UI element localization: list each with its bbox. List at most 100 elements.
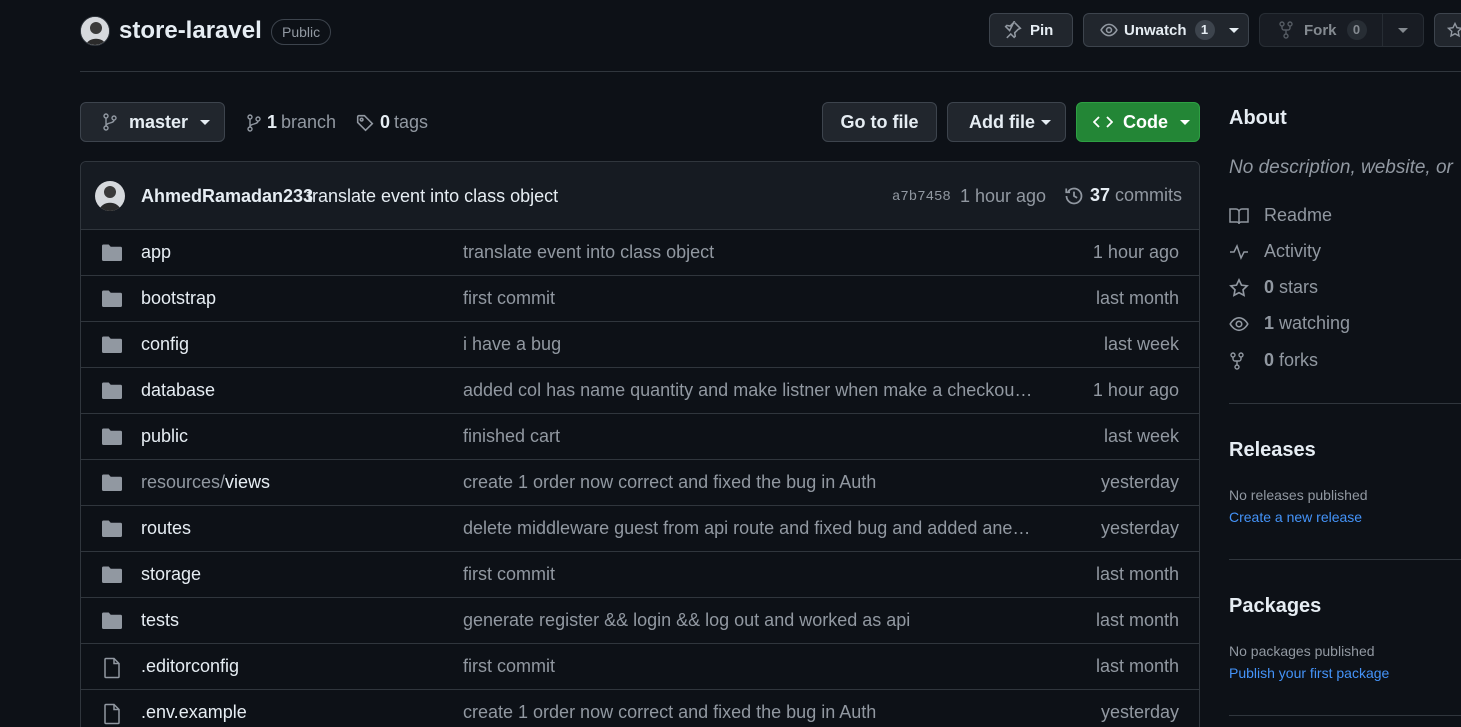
code-button[interactable]: Code: [1076, 102, 1200, 142]
repo-name[interactable]: store-laravel: [119, 17, 262, 45]
file-name[interactable]: public: [141, 426, 188, 447]
file-commit-time: last month: [1095, 656, 1179, 676]
forks-count: 0: [1264, 350, 1275, 370]
commit-count: 37: [1090, 185, 1111, 205]
activity-link[interactable]: Activity: [1229, 241, 1321, 262]
chevron-down-icon: [1180, 119, 1190, 125]
fork-icon: [1229, 351, 1251, 370]
file-commit-time: yesterday: [1100, 472, 1179, 492]
readme-label: Readme: [1264, 205, 1333, 225]
table-row[interactable]: database added col has name quantity and …: [81, 368, 1199, 414]
publish-package-link[interactable]: Publish your first package: [1229, 665, 1389, 681]
commit-sha[interactable]: a7b7458: [892, 189, 951, 205]
table-row[interactable]: routes delete middleware guest from api r…: [81, 506, 1199, 552]
packages-title[interactable]: Packages: [1229, 595, 1321, 618]
about-title: About: [1229, 107, 1287, 129]
file-commit-message[interactable]: create 1 order now correct and fixed the…: [463, 702, 1035, 723]
create-release-link[interactable]: Create a new release: [1229, 509, 1362, 525]
commit-author-avatar[interactable]: [95, 181, 125, 211]
file-commit-message[interactable]: first commit: [463, 288, 1035, 309]
branch-select-button[interactable]: master: [80, 102, 225, 142]
code-label: Code: [1123, 111, 1168, 132]
unwatch-count: 1: [1194, 20, 1215, 40]
file-name[interactable]: bootstrap: [141, 288, 216, 309]
fork-icon: [1278, 21, 1294, 39]
pin-button[interactable]: Pin: [989, 13, 1073, 47]
watching-label: watching: [1279, 313, 1351, 333]
chevron-down-icon[interactable]: [1398, 28, 1408, 33]
file-commit-message[interactable]: generate register && login && log out an…: [463, 610, 1035, 631]
add-file-button[interactable]: Add file: [947, 102, 1066, 142]
unwatch-label: Unwatch: [1124, 21, 1187, 39]
table-row[interactable]: app translate event into class object 1 ho…: [81, 230, 1199, 276]
watching-link[interactable]: 1 watching: [1229, 313, 1350, 334]
readme-link[interactable]: Readme: [1229, 205, 1332, 226]
file-commit-time: last month: [1095, 288, 1179, 308]
latest-commit-bar: AhmedRamadan233 translate event into cla…: [81, 162, 1199, 230]
file-name[interactable]: database: [141, 380, 215, 401]
commit-time: 1 hour ago: [960, 186, 1047, 206]
file-commit-message[interactable]: finished cart: [463, 426, 1035, 447]
file-name[interactable]: storage: [141, 564, 201, 585]
table-row[interactable]: resources/views create 1 order now correc…: [81, 460, 1199, 506]
table-row[interactable]: public finished cart last week: [81, 414, 1199, 460]
tag-icon: [356, 114, 374, 132]
file-commit-time: last week: [1103, 426, 1179, 446]
folder-icon: [101, 289, 123, 309]
unwatch-button[interactable]: Unwatch 1: [1083, 13, 1249, 47]
chevron-down-icon: [1228, 27, 1239, 33]
sidebar-divider: [1229, 715, 1461, 716]
go-to-file-button[interactable]: Go to file: [822, 102, 937, 142]
table-row[interactable]: .editorconfig first commit last month: [81, 644, 1199, 690]
history-icon: [1064, 186, 1084, 206]
file-icon: [101, 703, 123, 725]
commit-message[interactable]: translate event into class object: [307, 186, 558, 207]
folder-icon: [101, 335, 123, 355]
file-name-text: views: [225, 472, 271, 492]
file-name-text: database: [141, 380, 216, 400]
file-path-prefix: resources/: [141, 472, 226, 492]
file-commit-time: last month: [1095, 564, 1179, 584]
file-commit-time: 1 hour ago: [1092, 380, 1179, 400]
commit-author[interactable]: AhmedRamadan233: [141, 186, 313, 207]
fork-count: 0: [1346, 20, 1367, 40]
table-row[interactable]: tests generate register && login && log o…: [81, 598, 1199, 644]
tags-link[interactable]: 0 tags: [356, 112, 428, 133]
sidebar-divider: [1229, 403, 1461, 404]
file-name[interactable]: routes: [141, 518, 191, 539]
file-name[interactable]: app: [141, 242, 171, 263]
branch-name: master: [129, 111, 189, 132]
fork-button[interactable]: Fork 0: [1259, 13, 1424, 47]
file-commit-message[interactable]: create 1 order now correct and fixed the…: [463, 472, 1035, 493]
file-name[interactable]: config: [141, 334, 189, 355]
forks-link[interactable]: 0 forks: [1229, 350, 1318, 371]
star-button[interactable]: [1434, 13, 1461, 47]
file-commit-message[interactable]: added col has name quantity and make lis…: [463, 380, 1035, 401]
file-name[interactable]: .env.example: [141, 702, 247, 723]
commits-link[interactable]: 37 commits: [1064, 185, 1182, 206]
tag-count: 0: [380, 112, 391, 132]
repo-owner-avatar[interactable]: [80, 16, 110, 46]
header-divider: [80, 71, 1461, 72]
star-icon: [1229, 277, 1251, 298]
chevron-down-icon: [200, 119, 211, 125]
branches-link[interactable]: 1 branch: [247, 112, 336, 133]
sidebar-divider: [1229, 559, 1461, 560]
stars-link[interactable]: 0 stars: [1229, 277, 1318, 298]
file-commit-message[interactable]: i have a bug: [463, 334, 1035, 355]
file-name[interactable]: tests: [141, 610, 179, 631]
table-row[interactable]: storage first commit last month: [81, 552, 1199, 598]
releases-title[interactable]: Releases: [1229, 439, 1316, 462]
folder-icon: [101, 427, 123, 447]
table-row[interactable]: .env.example create 1 order now correct a…: [81, 690, 1199, 727]
file-commit-message[interactable]: first commit: [463, 656, 1035, 677]
folder-icon: [101, 611, 123, 631]
file-name-text: config: [141, 334, 190, 354]
file-commit-message[interactable]: translate event into class object: [463, 242, 1035, 263]
file-name[interactable]: .editorconfig: [141, 656, 239, 677]
file-commit-message[interactable]: first commit: [463, 564, 1035, 585]
file-name[interactable]: resources/views: [141, 472, 270, 493]
table-row[interactable]: bootstrap first commit last month: [81, 276, 1199, 322]
table-row[interactable]: config i have a bug last week: [81, 322, 1199, 368]
file-commit-message[interactable]: delete middleware guest from api route a…: [463, 518, 1035, 539]
